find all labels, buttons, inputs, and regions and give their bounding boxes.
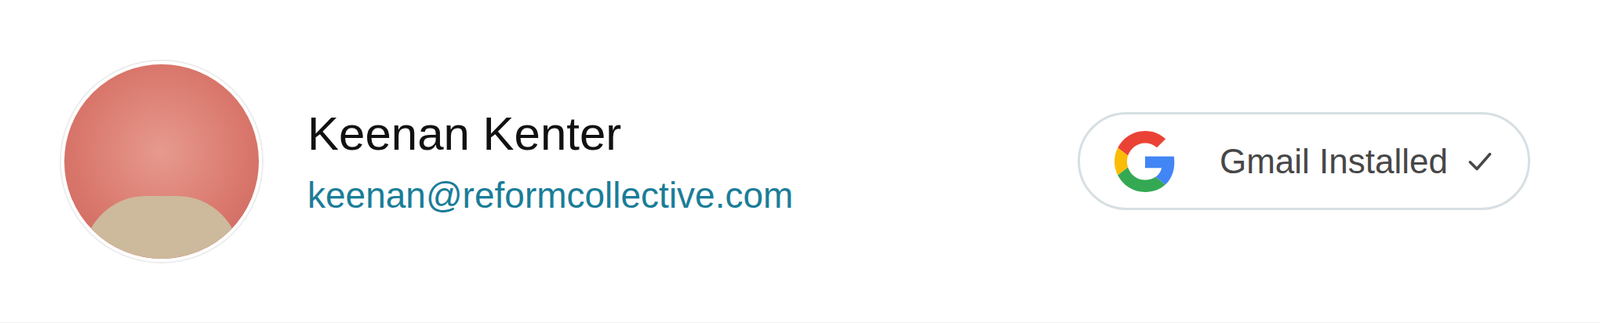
- user-row: Keenan Kenter keenan@reformcollective.com…: [0, 0, 1600, 323]
- avatar-image: [61, 61, 262, 262]
- user-info: Keenan Kenter keenan@reformcollective.com: [307, 106, 1078, 217]
- gmail-status-button[interactable]: Gmail Installed: [1077, 112, 1531, 211]
- gmail-status: Gmail Installed: [1219, 141, 1495, 182]
- check-icon: [1465, 146, 1495, 177]
- gmail-status-label: Gmail Installed: [1219, 141, 1448, 182]
- google-icon: [1114, 130, 1176, 193]
- user-email[interactable]: keenan@reformcollective.com: [307, 174, 1078, 217]
- user-name: Keenan Kenter: [307, 106, 1078, 161]
